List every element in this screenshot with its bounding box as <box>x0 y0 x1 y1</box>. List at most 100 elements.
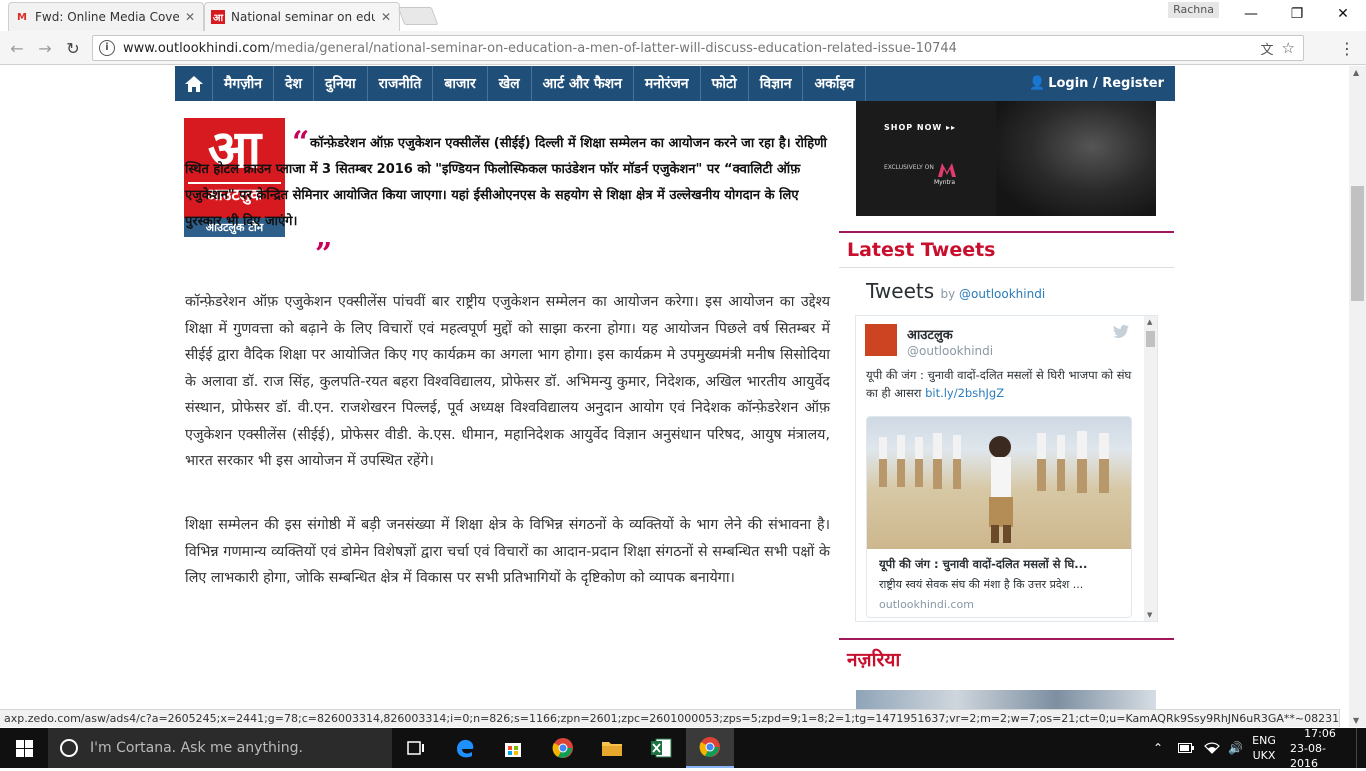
section-title: Latest Tweets <box>839 233 1174 268</box>
article-paragraph: कॉन्फ़ेडरेशन ऑफ़ एजुकेशन एक्सीलेंस पांचव… <box>185 294 830 469</box>
tweet-text: यूपी की जंग : चुनावी वादों-दलित मसलों से… <box>866 368 1132 400</box>
store-icon[interactable] <box>489 728 537 768</box>
scroll-up-icon[interactable]: ▲ <box>1353 68 1359 77</box>
reload-icon[interactable]: ↻ <box>62 37 84 59</box>
home-icon[interactable] <box>175 66 213 101</box>
lang-bottom: UKX <box>1252 749 1276 762</box>
nazariya-thumbnail[interactable] <box>856 690 1156 710</box>
forward-icon[interactable]: → <box>34 37 56 59</box>
browser-tabstrip: M Fwd: Online Media Cove ✕ आ National se… <box>0 0 1366 31</box>
restore-icon[interactable]: ❐ <box>1274 0 1320 28</box>
scroll-up-icon[interactable]: ▲ <box>1147 318 1152 326</box>
menu-icon[interactable]: ⋮ <box>1336 37 1358 59</box>
tweets-widget-header: Tweets by @outlookhindi <box>866 279 1045 303</box>
ad-shop-now: SHOP NOW ▸▸ <box>884 123 957 132</box>
tweet-link[interactable]: bit.ly/2bshJgZ <box>925 386 1004 400</box>
nav-desh[interactable]: देश <box>274 66 315 101</box>
tweet-card[interactable]: यूपी की जंग : चुनावी वादों-दलित मसलों से… <box>866 416 1132 618</box>
site-navbar: मैगज़ीन देश दुनिया राजनीति बाजार खेल आर्… <box>175 66 1175 101</box>
browser-status-bar: axp.zedo.com/asw/ads4/c?a=2605245;x=2441… <box>0 709 1340 727</box>
minimize-icon[interactable]: — <box>1228 0 1274 28</box>
tweet-author-handle[interactable]: @outlookhindi <box>907 344 993 358</box>
latest-tweets-section: Latest Tweets <box>839 231 1174 268</box>
ad-brand-name: Myntra <box>934 179 956 186</box>
tweets-by: by <box>940 287 956 301</box>
language-indicator[interactable]: ENG UKX <box>1252 728 1276 768</box>
nav-manoranjan[interactable]: मनोरंजन <box>634 66 701 101</box>
tweets-scrollbar-thumb[interactable] <box>1146 331 1155 347</box>
cortana-icon <box>60 739 78 757</box>
tab-title: Fwd: Online Media Cove <box>35 10 179 24</box>
close-quote-icon: ” <box>315 237 333 272</box>
browser-tab-active[interactable]: आ National seminar on edu ✕ <box>204 2 400 31</box>
tweet-author-name[interactable]: आउटलुक <box>907 325 953 343</box>
chrome-icon[interactable] <box>539 728 587 768</box>
advertisement-banner[interactable]: SHOP NOW ▸▸ EXCLUSIVELY ON Myntra <box>856 101 1156 216</box>
login-label: Login / Register <box>1048 76 1164 91</box>
scroll-down-icon[interactable]: ▼ <box>1147 611 1152 619</box>
site-info-icon[interactable]: i <box>99 40 115 56</box>
tweet-card-title: यूपी की जंग : चुनावी वादों-दलित मसलों से… <box>879 557 1088 571</box>
file-explorer-icon[interactable] <box>588 728 636 768</box>
nav-rajniti[interactable]: राजनीति <box>368 66 434 101</box>
bookmark-star-icon[interactable]: ☆ <box>1282 39 1295 57</box>
gmail-icon: M <box>17 11 27 23</box>
windows-start-icon[interactable] <box>0 728 48 768</box>
nav-khel[interactable]: खेल <box>488 66 532 101</box>
show-desktop-button[interactable] <box>1356 728 1366 768</box>
nazariya-section: नज़रिया <box>839 638 1174 678</box>
login-register-link[interactable]: 👤 Login / Register <box>1018 66 1175 101</box>
article-lead: कॉन्फ़ेडरेशन ऑफ़ एजुकेशन एक्सीलेंस (सीईई… <box>185 136 827 229</box>
wifi-icon[interactable] <box>1204 728 1220 768</box>
task-view-icon[interactable] <box>392 728 440 768</box>
article-paragraph: शिक्षा सम्मेलन की इस संगोष्ठी में बड़ी ज… <box>185 517 830 586</box>
nav-vigyan[interactable]: विज्ञान <box>749 66 804 101</box>
tweet-card-description: राष्ट्रीय स्वयं सेवक संघ की मंशा है कि उ… <box>879 578 1084 591</box>
nav-photo[interactable]: फोटो <box>701 66 749 101</box>
ad-exclusive-text: EXCLUSIVELY ON <box>884 164 934 171</box>
tweet-avatar[interactable] <box>865 324 897 356</box>
section-title: नज़रिया <box>847 649 901 671</box>
tweets-scrollbar[interactable]: ▲ ▼ <box>1144 316 1157 621</box>
twitter-bird-icon[interactable] <box>1113 324 1129 342</box>
browser-tab-gmail[interactable]: M Fwd: Online Media Cove ✕ <box>8 2 204 31</box>
ad-product-image <box>996 101 1156 216</box>
cortana-search-box[interactable]: I'm Cortana. Ask me anything. <box>48 728 392 768</box>
clock-date: 23-08-2016 <box>1290 741 1326 770</box>
clock[interactable]: 17:06 23-08-2016 <box>1290 726 1350 770</box>
nav-duniya[interactable]: दुनिया <box>314 66 368 101</box>
volume-icon[interactable]: 🔊 <box>1228 728 1243 768</box>
browser-toolbar: ← → ↻ i www.outlookhindi.com/media/gener… <box>0 31 1366 65</box>
nav-bazaar[interactable]: बाजार <box>433 66 488 101</box>
tweets-handle-link[interactable]: @outlookhindi <box>959 287 1045 301</box>
battery-icon[interactable] <box>1178 728 1194 768</box>
nav-art-fashion[interactable]: आर्ट और फैशन <box>532 66 634 101</box>
user-icon: 👤 <box>1029 76 1046 91</box>
page-scrollbar-thumb[interactable] <box>1351 186 1364 301</box>
close-window-icon[interactable]: ✕ <box>1320 0 1366 28</box>
translate-icon[interactable]: 文 <box>1261 39 1274 58</box>
scroll-down-icon[interactable]: ▼ <box>1353 716 1359 725</box>
nav-magazine[interactable]: मैगज़ीन <box>213 66 275 101</box>
clock-time: 17:06 <box>1304 726 1336 740</box>
back-icon[interactable]: ← <box>6 37 28 59</box>
cortana-placeholder: I'm Cortana. Ask me anything. <box>90 740 303 756</box>
url-path: /media/general/national-seminar-on-educa… <box>270 40 957 56</box>
nav-archive[interactable]: अर्काइव <box>803 66 867 101</box>
lang-top: ENG <box>1252 734 1276 747</box>
url-host: www.outlookhindi.com <box>123 40 271 56</box>
tweets-heading: Tweets <box>866 279 935 303</box>
tweet-card-image <box>867 417 1131 549</box>
close-tab-icon[interactable]: ✕ <box>183 10 197 24</box>
edge-icon[interactable] <box>441 728 489 768</box>
excel-icon[interactable] <box>637 728 685 768</box>
chrome-active-icon[interactable] <box>686 728 734 768</box>
profile-name[interactable]: Rachna <box>1168 2 1219 18</box>
address-bar[interactable]: i www.outlookhindi.com/media/general/nat… <box>92 35 1304 61</box>
page-scrollbar[interactable]: ▲ ▼ <box>1349 66 1366 727</box>
tweet-card-domain: outlookhindi.com <box>879 598 974 611</box>
tray-chevron-icon[interactable]: ⌃ <box>1153 728 1163 768</box>
new-tab-button[interactable] <box>397 7 439 25</box>
close-tab-icon[interactable]: ✕ <box>379 10 393 24</box>
outlook-favicon: आ <box>211 10 225 24</box>
